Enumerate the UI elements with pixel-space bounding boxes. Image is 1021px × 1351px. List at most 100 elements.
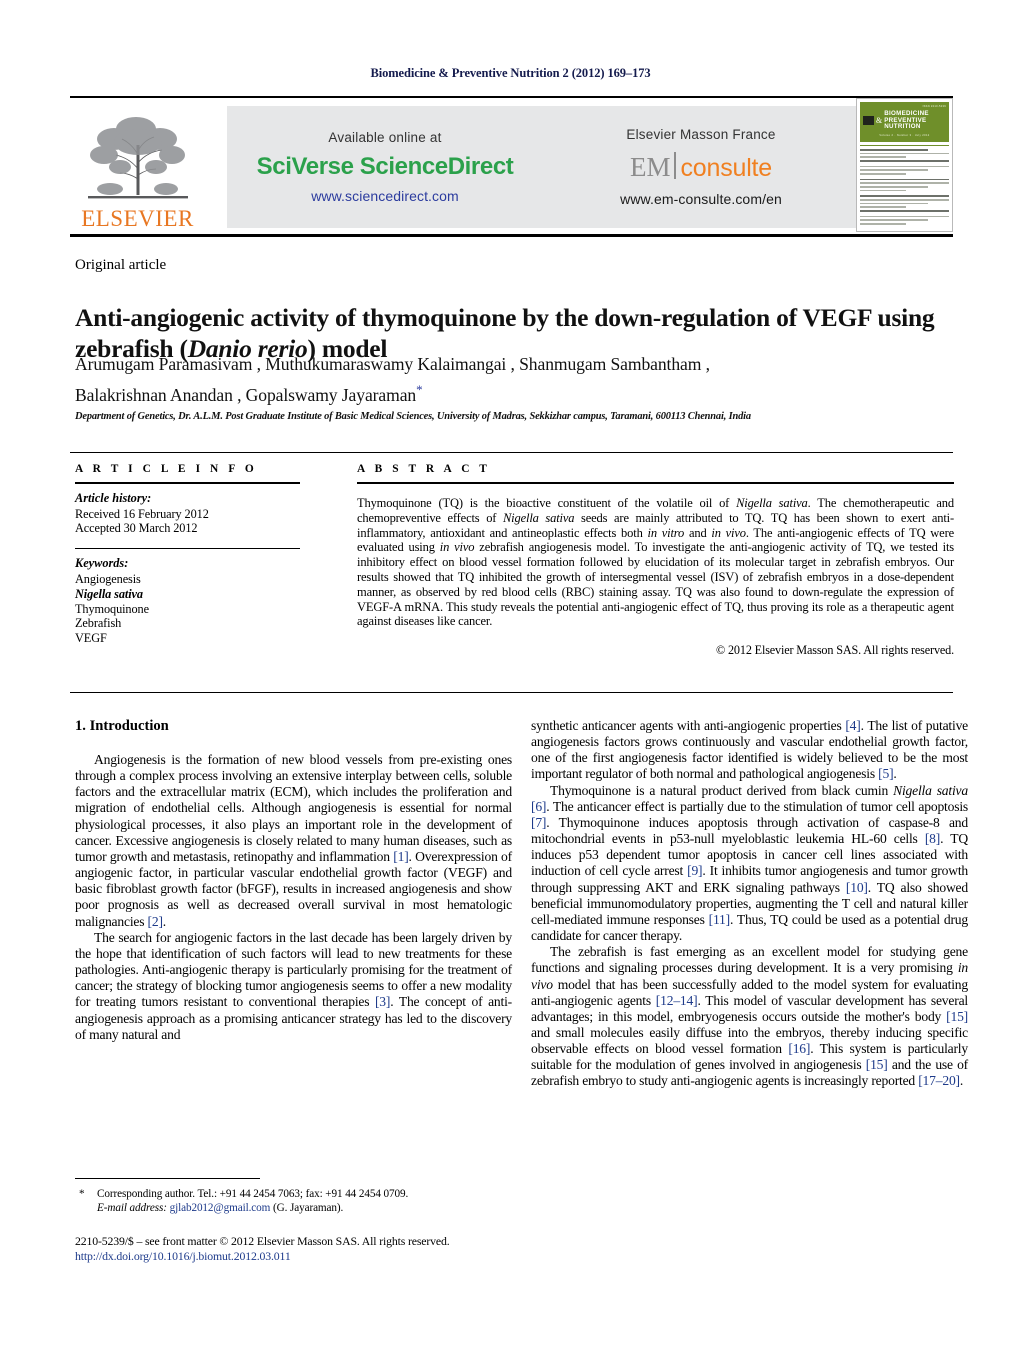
body-column-right: synthetic anticancer agents with anti-an…: [531, 718, 968, 1090]
cover-line: [860, 149, 928, 151]
citation-link[interactable]: [10]: [846, 880, 868, 895]
abstract-rule: [357, 482, 954, 484]
cover-line: [860, 202, 928, 205]
running-head: Biomedicine & Preventive Nutrition 2 (20…: [370, 66, 651, 80]
para-seg: Angiogenesis is the formation of new blo…: [75, 752, 512, 864]
section-heading-introduction: 1. Introduction: [75, 718, 169, 734]
sciencedirect-url[interactable]: www.sciencedirect.com: [311, 188, 459, 204]
citation-link[interactable]: [9]: [687, 863, 702, 878]
info-block-top-rule: [70, 452, 953, 453]
doi-link[interactable]: http://dx.doi.org/10.1016/j.biomut.2012.…: [75, 1249, 575, 1264]
keyword-item: Thymoquinone: [75, 601, 149, 616]
cover-line: [860, 223, 907, 225]
para-seg: .: [162, 913, 166, 929]
email-address-link[interactable]: gjlab2012@gmail.com: [170, 1202, 271, 1214]
sciencedirect-block: Available online at SciVerse ScienceDire…: [227, 106, 543, 228]
citation-link[interactable]: [12–14]: [656, 993, 698, 1008]
para-italic: Nigella sativa: [893, 782, 968, 798]
cover-subtitle: Volume 2 · Number 3 · July 2012: [879, 133, 930, 137]
cover-issn: ISSN 2210-5239: [922, 105, 946, 108]
cover-line: [860, 186, 928, 188]
em-mark: EM: [629, 152, 671, 182]
cover-line: [860, 165, 949, 168]
citation-link[interactable]: [3]: [375, 994, 390, 1009]
abstract-seg: and: [684, 525, 712, 540]
citation-link[interactable]: [4]: [845, 718, 860, 733]
citation-link[interactable]: [11]: [709, 912, 731, 927]
cover-line: [860, 195, 949, 197]
citation-link[interactable]: [6]: [531, 799, 546, 814]
cover-logo-icon: [863, 116, 874, 126]
keywords-rule: [75, 547, 300, 550]
abstract-italic: in vitro: [647, 525, 685, 540]
consulte-mark: consulte: [680, 154, 772, 182]
citation-link[interactable]: [15]: [866, 1057, 888, 1072]
journal-cover-thumbnail[interactable]: ISSN 2210-5239 & BIOMEDICINE PREVENTIVE …: [856, 98, 953, 232]
available-online-label: Available online at: [328, 130, 442, 145]
issn-copyright-line: 2210-5239/$ – see front matter © 2012 El…: [75, 1234, 450, 1248]
citation-link[interactable]: [8]: [925, 831, 940, 846]
citation-link[interactable]: [16]: [788, 1041, 810, 1056]
citation-link[interactable]: [1]: [393, 849, 408, 864]
citation-link[interactable]: [15]: [946, 1009, 968, 1024]
cover-line: [860, 219, 928, 221]
sciverse-sciencedirect-logo: SciVerse ScienceDirect: [256, 153, 514, 180]
intro-paragraph-4: The zebrafish is fast emerging as an exc…: [531, 944, 968, 1089]
intro-paragraph-1: Angiogenesis is the formation of new blo…: [75, 752, 512, 930]
accepted-date: Accepted 30 March 2012: [75, 521, 198, 536]
footnote-contact-line: Corresponding author. Tel.: +91 44 2454 …: [97, 1188, 409, 1200]
abstract-panel: A B S T R A C T Thymoquinone (TQ) is the…: [357, 463, 954, 658]
keyword-item: Zebrafish: [75, 616, 122, 631]
elsevier-logo: ELSEVIER: [72, 104, 203, 230]
abstract-italic: Nigella sativa: [736, 496, 808, 511]
article-info-rule: [75, 482, 300, 484]
abstract-seg: Thymoquinone (TQ) is the bioactive const…: [357, 496, 737, 511]
para-seg: Thymoquinone is a natural product derive…: [550, 782, 894, 798]
abstract-text: Thymoquinone (TQ) is the bioactive const…: [357, 496, 954, 629]
emconsulte-block: Elsevier Masson France EM consulte www.e…: [543, 106, 859, 228]
citation-link[interactable]: [2]: [148, 914, 163, 929]
corresponding-author-footnote: * Corresponding author. Tel.: +91 44 245…: [75, 1188, 512, 1215]
emconsulte-url[interactable]: www.em-consulte.com/en: [620, 191, 782, 207]
article-history-label: Article history:: [75, 490, 152, 505]
cover-header: ISSN 2210-5239 & BIOMEDICINE PREVENTIVE …: [860, 102, 949, 142]
masthead: ELSEVIER Available online at SciVerse Sc…: [70, 96, 953, 237]
para-seg: .: [959, 1073, 964, 1089]
cover-brand-row: & BIOMEDICINE PREVENTIVE NUTRITION: [863, 110, 946, 131]
citation-link[interactable]: [5]: [878, 766, 893, 781]
keyword-item: Angiogenesis: [75, 572, 141, 587]
cover-line: [860, 198, 949, 201]
author-line-2-names: Balakrishnan Anandan , Gopalswamy Jayara…: [75, 384, 417, 405]
citation-link[interactable]: [17–20]: [918, 1073, 960, 1088]
cover-line: [860, 152, 949, 155]
citation-link[interactable]: [7]: [531, 815, 546, 830]
abstract-copyright: © 2012 Elsevier Masson SAS. All rights r…: [715, 643, 954, 658]
footnote-rule: [75, 1178, 260, 1179]
cover-contents-lines: [860, 145, 949, 225]
elsevier-masson-label: Elsevier Masson France: [626, 127, 776, 142]
intro-paragraph-3: Thymoquinone is a natural product derive…: [531, 783, 968, 945]
masthead-banner: Available online at SciVerse ScienceDire…: [227, 106, 859, 228]
author-line-2: Balakrishnan Anandan , Gopalswamy Jayara…: [75, 377, 965, 408]
author-line-1: Arumugam Paramasivam , Muthukumaraswamy …: [75, 354, 710, 374]
intro-paragraph-2: The search for angiogenic factors in the…: [75, 930, 512, 1043]
article-info-heading: A R T I C L E I N F O: [75, 463, 258, 475]
imprint-block: 2210-5239/$ – see front matter © 2012 El…: [75, 1234, 575, 1263]
para-seg: synthetic anticancer agents with anti-an…: [531, 718, 846, 733]
received-date: Received 16 February 2012: [75, 506, 209, 521]
cover-line: [860, 178, 949, 181]
cover-line: [860, 206, 907, 208]
masthead-top-rule: [70, 96, 953, 98]
cover-title-line2: PREVENTIVE NUTRITION: [884, 116, 927, 131]
elsevier-wordmark: ELSEVIER: [81, 206, 194, 231]
cover-line: [860, 215, 949, 218]
article-info-panel: A R T I C L E I N F O Article history: R…: [75, 463, 300, 645]
abstract-italic: Nigella sativa: [502, 510, 575, 525]
footnote-marker: *: [79, 1188, 85, 1200]
keyword-item: Nigella sativa: [75, 586, 143, 601]
cover-line: [860, 210, 949, 212]
corresponding-author-marker[interactable]: *: [416, 382, 423, 397]
abstract-italic: in vivo: [711, 525, 746, 540]
para-seg: . The anticancer effect is partially due…: [546, 798, 968, 814]
cover-line: [860, 160, 949, 162]
